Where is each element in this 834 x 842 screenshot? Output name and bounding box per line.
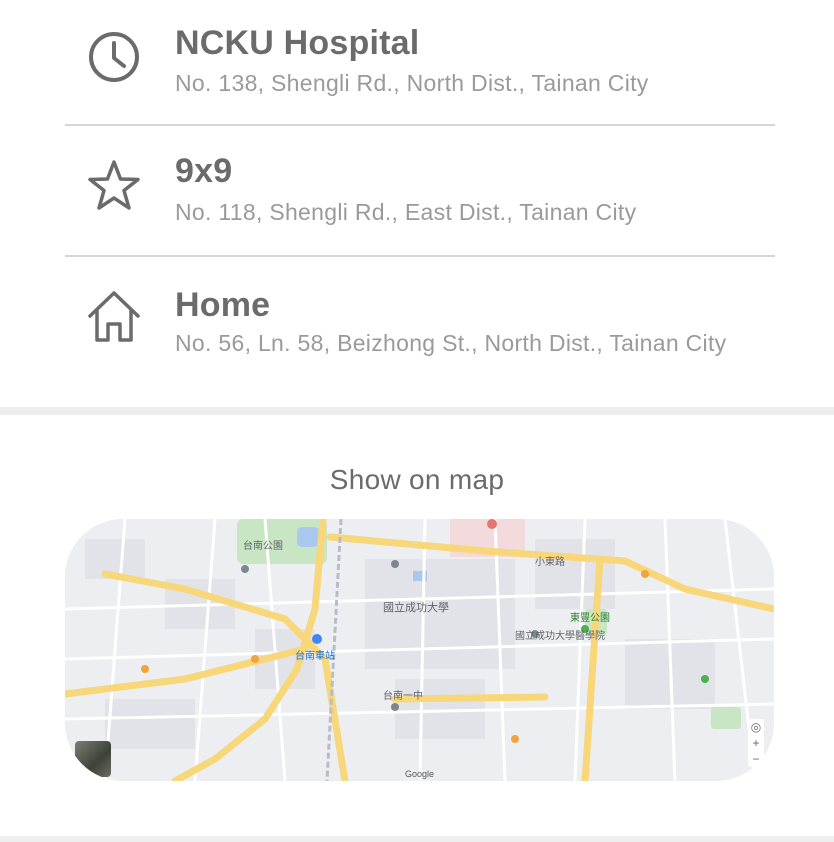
map-preview[interactable]: 國立成功大學 台南車站 國立成功大學醫學院 台南公園 台南一中 小東路 東豐公園…: [65, 519, 774, 781]
star-icon: [88, 160, 140, 210]
divider: [65, 124, 775, 126]
map-label-school: 台南一中: [383, 689, 423, 702]
place-item-9x9[interactable]: 9x9 No. 118, Shengli Rd., East Dist., Ta…: [0, 130, 834, 258]
map-label-road: 小東路: [535, 555, 565, 568]
bottom-separator: [0, 836, 834, 842]
zoom-controls[interactable]: ◎ + −: [748, 719, 764, 767]
divider: [65, 255, 775, 257]
home-icon: [88, 291, 140, 342]
place-title: Home: [175, 286, 271, 324]
show-on-map-heading: Show on map: [329, 464, 505, 495]
satellite-thumbnail[interactable]: [75, 741, 111, 777]
map-label-hospital: 國立成功大學醫學院: [515, 629, 605, 642]
map-label-ncku: 國立成功大學: [383, 600, 449, 614]
place-address: No. 56, Ln. 58, Beizhong St., North Dist…: [175, 330, 727, 356]
clock-icon: [89, 32, 139, 82]
place-title: 9x9: [175, 152, 233, 190]
location-icon[interactable]: ◎: [748, 719, 764, 735]
place-item-ncku-hospital[interactable]: NCKU Hospital No. 138, Shengli Rd., Nort…: [0, 0, 834, 128]
zoom-out-icon[interactable]: −: [748, 751, 764, 767]
map-label-park: 台南公園: [243, 539, 283, 552]
zoom-in-icon[interactable]: +: [748, 735, 764, 751]
place-address: No. 138, Shengli Rd., North Dist., Taina…: [175, 70, 649, 96]
google-logo: Google: [405, 769, 435, 779]
map-label-station: 台南車站: [295, 649, 335, 662]
place-title: NCKU Hospital: [175, 24, 420, 62]
map-canvas: 國立成功大學 台南車站 國立成功大學醫學院 台南公園 台南一中 小東路 東豐公園: [65, 519, 774, 781]
section-separator: [0, 407, 834, 415]
map-label-dongfeng: 東豐公園: [570, 611, 610, 624]
place-item-home[interactable]: Home No. 56, Ln. 58, Beizhong St., North…: [0, 262, 834, 390]
place-address: No. 118, Shengli Rd., East Dist., Tainan…: [175, 199, 637, 225]
